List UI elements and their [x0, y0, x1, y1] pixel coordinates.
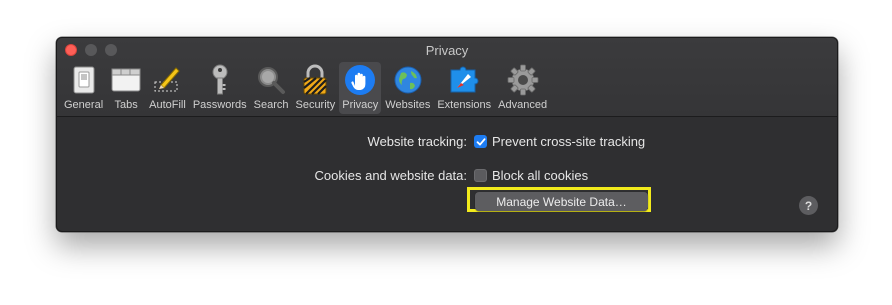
- tab-label: Extensions: [437, 99, 492, 111]
- tab-search[interactable]: Search: [251, 62, 292, 114]
- block-all-cookies-checkbox[interactable]: [474, 169, 487, 182]
- tab-autofill[interactable]: AutoFill: [146, 62, 189, 114]
- hand-icon: [344, 64, 376, 96]
- privacy-pane: Website tracking: Prevent cross-site tra…: [57, 117, 837, 231]
- gear-icon: [507, 64, 539, 96]
- magnifier-icon: [255, 64, 287, 96]
- tab-websites[interactable]: Websites: [382, 62, 433, 114]
- tab-extensions[interactable]: Extensions: [434, 62, 494, 114]
- help-button[interactable]: ?: [799, 196, 818, 215]
- preferences-toolbar: General Tabs AutoFill Passwords Search S…: [61, 62, 551, 114]
- tab-security[interactable]: Security: [292, 62, 338, 114]
- general-switch-icon: [68, 64, 100, 96]
- tab-passwords[interactable]: Passwords: [190, 62, 250, 114]
- checkmark-icon: [476, 137, 485, 145]
- tab-label: Passwords: [192, 99, 247, 111]
- tab-label: Advanced: [498, 99, 548, 111]
- manage-website-data-button[interactable]: Manage Website Data…: [475, 192, 648, 211]
- cookies-row: Cookies and website data: Block all cook…: [57, 168, 589, 183]
- title-bar: Privacy General Tabs AutoFill Passwords …: [57, 38, 837, 117]
- safari-preferences-window: Privacy General Tabs AutoFill Passwords …: [56, 37, 838, 232]
- padlock-icon: [299, 64, 331, 96]
- prevent-cross-site-tracking-checkbox[interactable]: [474, 135, 487, 148]
- tab-advanced[interactable]: Advanced: [495, 62, 550, 114]
- tab-label: Security: [295, 99, 336, 111]
- autofill-pencil-icon: [151, 64, 183, 96]
- tab-general[interactable]: General: [61, 62, 106, 114]
- key-icon: [204, 64, 236, 96]
- prevent-cross-site-tracking-label[interactable]: Prevent cross-site tracking: [492, 134, 645, 149]
- website-tracking-row: Website tracking: Prevent cross-site tra…: [57, 134, 646, 149]
- tab-label: Websites: [385, 99, 431, 111]
- tab-label: Tabs: [114, 99, 138, 111]
- tab-label: General: [64, 99, 104, 111]
- tabs-icon: [110, 64, 142, 96]
- website-tracking-label: Website tracking:: [367, 134, 467, 149]
- block-all-cookies-label[interactable]: Block all cookies: [492, 168, 588, 183]
- tab-tabs[interactable]: Tabs: [107, 62, 145, 114]
- window-title: Privacy: [425, 43, 469, 58]
- puzzle-compass-icon: [448, 64, 480, 96]
- tab-label: Search: [253, 99, 289, 111]
- tab-label: AutoFill: [149, 99, 186, 111]
- cookies-label: Cookies and website data:: [314, 168, 467, 183]
- tab-privacy[interactable]: Privacy: [339, 62, 382, 114]
- globe-icon: [392, 64, 424, 96]
- tab-label: Privacy: [342, 99, 379, 111]
